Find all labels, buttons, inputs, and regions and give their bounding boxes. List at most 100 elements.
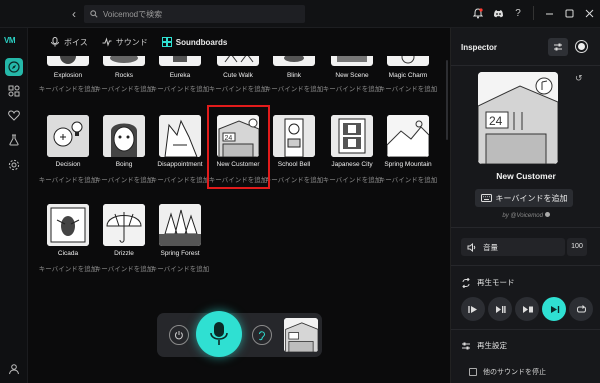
sound-name: Drizzle	[114, 250, 134, 257]
tabs-bar: ボイス サウンド Soundboards	[28, 28, 450, 56]
selection-highlight	[207, 105, 270, 189]
sound-tile[interactable]: Disappointment キーバインドを追加	[151, 115, 209, 187]
credit-label: by @Voicemod	[502, 213, 543, 219]
divider	[451, 65, 600, 66]
sound-name: Blink	[286, 72, 302, 79]
sound-thumbnail	[103, 115, 145, 157]
sound-icon	[102, 37, 112, 47]
help-icon[interactable]: ?	[511, 5, 525, 21]
inspector-panel: Inspector 24 ↺ New Customer キーバインドを追加 by…	[450, 28, 600, 383]
thumb-number-text: 24	[489, 114, 503, 128]
sound-tile[interactable]: Boing キーバインドを追加	[95, 115, 153, 187]
sound-thumbnail	[159, 56, 201, 66]
sound-name: Disappointment	[157, 161, 203, 168]
sound-tile[interactable]: Spring Forest キーバインドを追加	[151, 204, 209, 276]
search-placeholder: Voicemodで検索	[103, 9, 163, 19]
add-keybind-link[interactable]: キーバインドを追加	[374, 83, 442, 93]
sound-name: Eureka	[169, 72, 191, 79]
inspector-sound-name: New Customer	[496, 171, 556, 181]
playback-mode-label: 再生モード	[477, 278, 515, 287]
play-pause-icon	[495, 305, 506, 313]
sound-tile[interactable]: Japanese City キーバインドを追加	[323, 115, 381, 187]
sound-tile[interactable]: School Bell キーバインドを追加	[265, 115, 323, 187]
divider	[451, 227, 600, 228]
tab-soundboards[interactable]: Soundboards	[161, 34, 228, 50]
flask-icon[interactable]	[5, 131, 23, 149]
stop-other-sounds-option[interactable]: 他のサウンドを停止	[469, 367, 546, 377]
voice-icon	[51, 37, 59, 47]
title-bar: ‹ Voicemodで検索 ?	[0, 0, 600, 28]
sound-tile[interactable]: Decision キーバインドを追加	[39, 115, 97, 187]
left-rail: VM	[0, 28, 28, 383]
play-stop-button[interactable]	[515, 297, 539, 321]
user-icon[interactable]	[5, 360, 23, 378]
sound-thumbnail	[331, 115, 373, 157]
discord-icon[interactable]	[491, 5, 505, 21]
sound-tile[interactable]: Drizzle キーバインドを追加	[95, 204, 153, 276]
tab-sound[interactable]: サウンド	[102, 34, 148, 50]
tab-voice[interactable]: ボイス	[50, 34, 88, 50]
stop-other-sounds-label: 他のサウンドを停止	[483, 369, 546, 376]
close-icon[interactable]	[582, 5, 596, 21]
minimize-icon[interactable]	[542, 5, 556, 21]
playback-mode-buttons	[461, 297, 593, 321]
loop-button[interactable]	[569, 297, 593, 321]
settings-icon[interactable]	[5, 156, 23, 174]
sound-name: Cute Walk	[223, 72, 253, 79]
sound-thumbnail	[273, 115, 315, 157]
grid-scrollbar[interactable]	[446, 60, 448, 140]
sound-name: Decision	[55, 161, 81, 168]
sound-thumbnail	[273, 56, 315, 66]
voicemod-logo: VM	[4, 36, 16, 45]
sliders-icon	[554, 43, 562, 51]
record-button[interactable]	[575, 40, 588, 53]
add-keybind-link[interactable]: キーバインドを追加	[146, 263, 214, 273]
back-arrow-icon[interactable]: ‹	[68, 7, 80, 21]
volume-label: 音量	[483, 242, 498, 252]
sound-thumbnail	[103, 204, 145, 246]
tab-sound-label: サウンド	[115, 37, 148, 47]
sound-tile[interactable]: Cicada キーバインドを追加	[39, 204, 97, 276]
divider	[451, 329, 600, 330]
sound-name: Magic Charm	[388, 72, 428, 79]
sound-effects-icon[interactable]	[5, 82, 23, 100]
volume-slider[interactable]: 音量	[461, 238, 565, 256]
tune-button[interactable]	[548, 38, 568, 56]
ear-icon	[259, 330, 266, 340]
play-stop-icon	[522, 305, 533, 313]
power-button[interactable]	[169, 325, 189, 345]
sound-name: Rocks	[114, 72, 134, 79]
hear-myself-button[interactable]	[252, 325, 272, 345]
stop-other-sounds-checkbox[interactable]	[469, 368, 477, 376]
play-pause-button[interactable]	[488, 297, 512, 321]
keyboard-icon	[480, 194, 492, 202]
playback-settings-label: 再生設定	[477, 341, 507, 350]
credit-text: by @Voicemod	[451, 212, 600, 219]
bell-icon[interactable]	[471, 5, 485, 21]
add-keybind-link[interactable]: キーバインドを追加	[374, 174, 442, 184]
add-keybind-label: キーバインドを追加	[495, 193, 568, 203]
power-icon	[175, 331, 183, 340]
play-restart-button[interactable]	[461, 297, 485, 321]
tab-soundboards-label: Soundboards	[175, 37, 228, 47]
sound-thumbnail	[331, 56, 373, 66]
divider	[451, 265, 600, 266]
playback-mode-heading: 再生モード	[461, 277, 515, 288]
inspector-title: Inspector	[461, 43, 498, 52]
now-playing-thumbnail[interactable]	[284, 318, 318, 352]
play-overlap-button[interactable]	[542, 297, 566, 321]
sound-thumbnail	[387, 115, 429, 157]
volume-value[interactable]: 100	[567, 238, 587, 256]
sound-thumbnail	[47, 115, 89, 157]
sound-tile[interactable]: Spring Mountain キーバインドを追加	[379, 115, 437, 187]
reset-icon[interactable]: ↺	[575, 73, 583, 84]
sound-name: Explosion	[53, 72, 83, 79]
microphone-button[interactable]	[196, 311, 242, 357]
add-keybind-button[interactable]: キーバインドを追加	[475, 189, 573, 207]
heart-icon[interactable]	[5, 106, 23, 124]
maximize-icon[interactable]	[562, 5, 576, 21]
sound-name: New Scene	[335, 72, 369, 79]
sound-thumbnail	[103, 56, 145, 66]
compass-icon[interactable]	[5, 58, 23, 76]
search-input[interactable]: Voicemodで検索	[84, 5, 305, 23]
